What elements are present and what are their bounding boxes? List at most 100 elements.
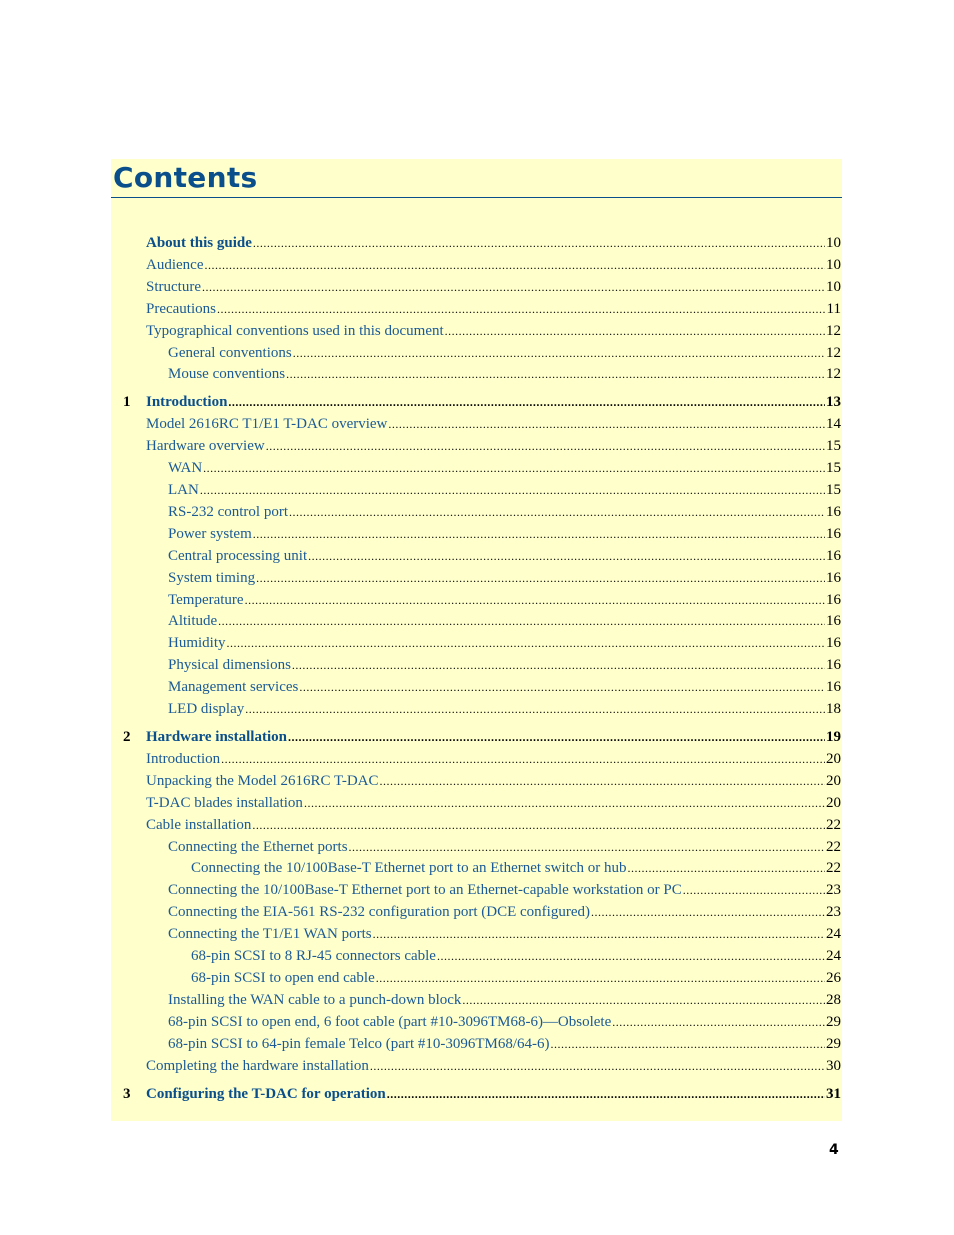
toc-page-number[interactable]: 22 bbox=[826, 857, 842, 879]
toc-entry-label[interactable]: Configuring the T-DAC for operation bbox=[146, 1083, 386, 1105]
toc-entry[interactable]: Connecting the T1/E1 WAN ports 24 bbox=[111, 923, 842, 945]
toc-page-number[interactable]: 16 bbox=[826, 676, 842, 698]
toc-entry-label[interactable]: Model 2616RC T1/E1 T-DAC overview bbox=[146, 413, 387, 435]
toc-entry[interactable]: Typographical conventions used in this d… bbox=[111, 320, 842, 342]
toc-page-number[interactable]: 23 bbox=[826, 901, 842, 923]
toc-entry-label[interactable]: Unpacking the Model 2616RC T-DAC bbox=[146, 770, 379, 792]
toc-page-number[interactable]: 18 bbox=[826, 698, 842, 720]
toc-entry-label[interactable]: Installing the WAN cable to a punch-down… bbox=[168, 989, 461, 1011]
toc-entry[interactable]: 68-pin SCSI to 64-pin female Telco (part… bbox=[111, 1033, 842, 1055]
toc-page-number[interactable]: 29 bbox=[826, 1033, 842, 1055]
toc-entry-label[interactable]: 68-pin SCSI to 64-pin female Telco (part… bbox=[168, 1033, 550, 1055]
toc-entry[interactable]: Model 2616RC T1/E1 T-DAC overview 14 bbox=[111, 413, 842, 435]
toc-page-number[interactable]: 24 bbox=[826, 923, 842, 945]
toc-entry-label[interactable]: Cable installation bbox=[146, 814, 251, 836]
toc-page-number[interactable]: 16 bbox=[826, 632, 842, 654]
toc-entry-label[interactable]: WAN bbox=[168, 457, 202, 479]
toc-entry[interactable]: 68-pin SCSI to 8 RJ-45 connectors cable 2… bbox=[111, 945, 842, 967]
toc-entry-label[interactable]: Precautions bbox=[146, 298, 216, 320]
toc-entry-label[interactable]: LAN bbox=[168, 479, 199, 501]
toc-page-number[interactable]: 16 bbox=[826, 654, 842, 676]
toc-entry[interactable]: Hardware overview 15 bbox=[111, 435, 842, 457]
toc-page-number[interactable]: 31 bbox=[826, 1083, 842, 1105]
toc-page-number[interactable]: 20 bbox=[826, 770, 842, 792]
toc-page-number[interactable]: 13 bbox=[826, 391, 842, 413]
toc-entry[interactable]: System timing 16 bbox=[111, 567, 842, 589]
toc-entry[interactable]: Completing the hardware installation 30 bbox=[111, 1055, 842, 1077]
toc-entry-label[interactable]: Introduction bbox=[146, 391, 227, 413]
toc-page-number[interactable]: 16 bbox=[826, 567, 842, 589]
toc-entry-label[interactable]: LED display bbox=[168, 698, 244, 720]
toc-entry[interactable]: WAN 15 bbox=[111, 457, 842, 479]
toc-entry[interactable]: Connecting the 10/100Base-T Ethernet por… bbox=[111, 879, 842, 901]
toc-entry[interactable]: Installing the WAN cable to a punch-down… bbox=[111, 989, 842, 1011]
toc-entry-label[interactable]: Introduction bbox=[146, 748, 220, 770]
toc-entry[interactable]: Power system 16 bbox=[111, 523, 842, 545]
toc-page-number[interactable]: 30 bbox=[826, 1055, 842, 1077]
toc-entry-label[interactable]: General conventions bbox=[168, 342, 292, 364]
toc-entry-label[interactable]: 68-pin SCSI to open end cable bbox=[191, 967, 375, 989]
toc-entry[interactable]: About this guide 10 bbox=[111, 232, 842, 254]
toc-page-number[interactable]: 10 bbox=[826, 276, 842, 298]
toc-entry-label[interactable]: Completing the hardware installation bbox=[146, 1055, 369, 1077]
toc-chapter-entry[interactable]: 1 Introduction 13 bbox=[111, 391, 842, 413]
toc-entry-label[interactable]: Connecting the Ethernet ports bbox=[168, 836, 348, 858]
toc-page-number[interactable]: 10 bbox=[826, 254, 842, 276]
toc-entry[interactable]: Audience 10 bbox=[111, 254, 842, 276]
toc-entry[interactable]: General conventions 12 bbox=[111, 342, 842, 364]
toc-entry[interactable]: Connecting the 10/100Base-T Ethernet por… bbox=[111, 857, 842, 879]
toc-entry[interactable]: Physical dimensions 16 bbox=[111, 654, 842, 676]
toc-entry-label[interactable]: Physical dimensions bbox=[168, 654, 291, 676]
toc-entry-label[interactable]: Central processing unit bbox=[168, 545, 307, 567]
toc-entry[interactable]: T-DAC blades installation 20 bbox=[111, 792, 842, 814]
toc-entry[interactable]: RS-232 control port 16 bbox=[111, 501, 842, 523]
toc-entry[interactable]: Cable installation 22 bbox=[111, 814, 842, 836]
toc-entry[interactable]: 68-pin SCSI to open end, 6 foot cable (p… bbox=[111, 1011, 842, 1033]
toc-entry-label[interactable]: RS-232 control port bbox=[168, 501, 288, 523]
toc-entry-label[interactable]: About this guide bbox=[146, 232, 252, 254]
toc-entry[interactable]: 68-pin SCSI to open end cable 26 bbox=[111, 967, 842, 989]
toc-page-number[interactable]: 16 bbox=[826, 610, 842, 632]
toc-page-number[interactable]: 14 bbox=[826, 413, 842, 435]
toc-page-number[interactable]: 16 bbox=[826, 545, 842, 567]
toc-entry[interactable]: LED display 18 bbox=[111, 698, 842, 720]
toc-entry-label[interactable]: Hardware overview bbox=[146, 435, 265, 457]
toc-page-number[interactable]: 26 bbox=[826, 967, 842, 989]
toc-entry-label[interactable]: 68-pin SCSI to 8 RJ-45 connectors cable bbox=[191, 945, 436, 967]
toc-page-number[interactable]: 16 bbox=[826, 523, 842, 545]
toc-page-number[interactable]: 10 bbox=[826, 232, 842, 254]
toc-entry[interactable]: Humidity 16 bbox=[111, 632, 842, 654]
toc-page-number[interactable]: 22 bbox=[826, 814, 842, 836]
toc-page-number[interactable]: 20 bbox=[826, 748, 842, 770]
toc-page-number[interactable]: 28 bbox=[826, 989, 842, 1011]
toc-page-number[interactable]: 22 bbox=[826, 836, 842, 858]
toc-entry[interactable]: Management services 16 bbox=[111, 676, 842, 698]
toc-entry-label[interactable]: Mouse conventions bbox=[168, 363, 285, 385]
toc-entry[interactable]: Central processing unit 16 bbox=[111, 545, 842, 567]
toc-entry-label[interactable]: Audience bbox=[146, 254, 203, 276]
toc-entry[interactable]: Precautions 11 bbox=[111, 298, 842, 320]
toc-entry-label[interactable]: Altitude bbox=[168, 610, 217, 632]
toc-entry[interactable]: Connecting the EIA-561 RS-232 configurat… bbox=[111, 901, 842, 923]
toc-page-number[interactable]: 12 bbox=[826, 363, 842, 385]
toc-chapter-entry[interactable]: 3 Configuring the T-DAC for operation 31 bbox=[111, 1083, 842, 1105]
toc-entry-label[interactable]: Connecting the 10/100Base-T Ethernet por… bbox=[191, 857, 626, 879]
toc-page-number[interactable]: 20 bbox=[826, 792, 842, 814]
toc-entry-label[interactable]: Connecting the T1/E1 WAN ports bbox=[168, 923, 372, 945]
toc-chapter-entry[interactable]: 2 Hardware installation 19 bbox=[111, 726, 842, 748]
toc-entry-label[interactable]: Connecting the 10/100Base-T Ethernet por… bbox=[168, 879, 682, 901]
toc-entry-label[interactable]: T-DAC blades installation bbox=[146, 792, 303, 814]
toc-page-number[interactable]: 11 bbox=[827, 298, 842, 320]
toc-page-number[interactable]: 15 bbox=[826, 479, 842, 501]
toc-entry-label[interactable]: Temperature bbox=[168, 589, 244, 611]
toc-entry-label[interactable]: Typographical conventions used in this d… bbox=[146, 320, 444, 342]
toc-entry[interactable]: Unpacking the Model 2616RC T-DAC 20 bbox=[111, 770, 842, 792]
toc-entry[interactable]: Structure 10 bbox=[111, 276, 842, 298]
toc-entry[interactable]: Altitude 16 bbox=[111, 610, 842, 632]
toc-entry-label[interactable]: Management services bbox=[168, 676, 298, 698]
toc-entry-label[interactable]: Structure bbox=[146, 276, 201, 298]
toc-entry-label[interactable]: Humidity bbox=[168, 632, 226, 654]
toc-page-number[interactable]: 12 bbox=[826, 342, 842, 364]
toc-page-number[interactable]: 15 bbox=[826, 457, 842, 479]
toc-entry-label[interactable]: Hardware installation bbox=[146, 726, 287, 748]
